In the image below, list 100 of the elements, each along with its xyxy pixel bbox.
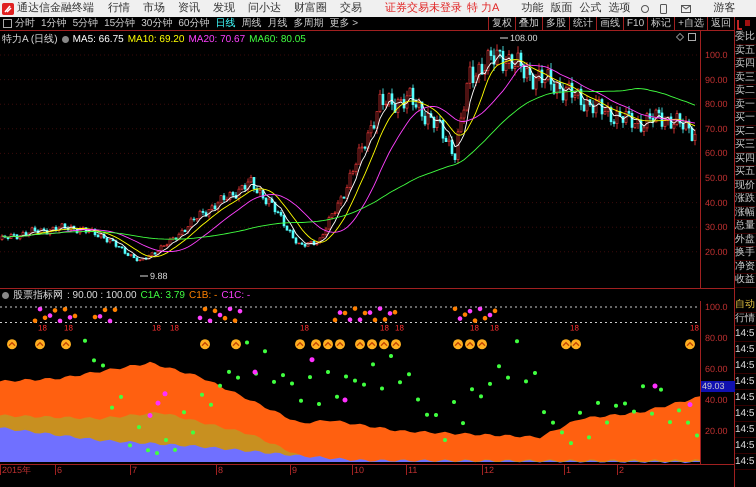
period-tab[interactable]: 多周期	[294, 16, 324, 31]
menu-item[interactable]: 问小达	[248, 0, 281, 17]
quote-label[interactable]: 自动	[735, 298, 756, 312]
price-axis-label: 30.00	[705, 222, 728, 232]
quote-label: 卖五	[735, 44, 756, 58]
price-axis-label: 70.00	[705, 124, 728, 134]
menu-item[interactable]: 功能	[521, 0, 544, 17]
indicator-params: : 90.00 : 100.00	[67, 288, 137, 302]
menu-item[interactable]: 选项	[608, 0, 630, 17]
quote-label: 卖二	[735, 85, 756, 98]
price-axis-label: 100.0	[705, 50, 728, 60]
price-axis-label: 50.00	[705, 173, 728, 183]
date-axis-label: 12	[482, 465, 494, 475]
login-status[interactable]: 证券交易未登录	[385, 0, 462, 17]
stock-name: 特 力A	[467, 1, 500, 16]
quote-label: 涨跌	[735, 193, 756, 206]
indicator-axis-label: 100.0	[705, 302, 728, 312]
date-axis-label: 11	[406, 465, 418, 475]
price-axis-label: 40.00	[705, 198, 728, 208]
quote-label: 净资	[735, 260, 756, 274]
tool-button[interactable]: 复权	[488, 17, 515, 30]
price-axis-label: 80.00	[705, 99, 728, 110]
tick-time: 14:5	[735, 390, 756, 406]
ma-value: MA20: 70.67	[188, 33, 246, 47]
tick-time: 14:5	[735, 342, 756, 358]
price-axis-label: 60.00	[705, 148, 728, 158]
tool-button[interactable]: 标记	[647, 17, 674, 30]
chart-title: 特力A (日线)	[2, 32, 58, 47]
period-tab[interactable]: 月线	[268, 16, 288, 31]
quote-label: 委比	[735, 31, 756, 44]
signal-marker-label: 18	[152, 323, 161, 332]
date-axis-label: 2	[617, 465, 624, 475]
tool-button[interactable]: 叠加	[514, 17, 542, 30]
date-axis-label: 8	[216, 465, 224, 475]
date-axis-label: 7	[130, 465, 138, 475]
menu-item[interactable]: 资讯	[178, 0, 200, 17]
signal-marker-label: 18	[38, 323, 47, 332]
tick-time: 14:5	[735, 374, 756, 390]
menu-item[interactable]: 交易	[340, 0, 362, 17]
quote-label: 买四	[735, 152, 756, 166]
tool-button[interactable]: F10	[622, 17, 648, 30]
indicator-value: C1B: -	[189, 288, 218, 302]
price-axis-label: 90.00	[705, 74, 728, 85]
menu-item[interactable]: 行情	[108, 0, 130, 17]
signal-marker-label: 18	[690, 323, 699, 332]
tick-time: 14:5	[735, 326, 756, 342]
signal-marker-label: 18	[395, 323, 404, 332]
signal-marker-label: 18	[300, 323, 309, 332]
quote-label: 外盘	[735, 234, 756, 247]
quote-label: 涨幅	[735, 206, 756, 220]
quote-label: 换手	[735, 247, 756, 260]
low-price-label: 9.88	[150, 271, 168, 281]
user-name[interactable]: 游客	[713, 0, 736, 17]
quote-label: 买一	[735, 112, 756, 126]
quote-label: 收益	[735, 274, 756, 288]
period-tab[interactable]: 更多 >	[330, 16, 358, 31]
quote-label: 卖一	[735, 98, 756, 112]
date-axis-label: 9	[290, 465, 298, 475]
ma-value: MA60: 80.05	[249, 33, 306, 47]
indicator-axis-label: 80.00	[705, 333, 728, 343]
quote-label: 买五	[735, 166, 756, 180]
menu-item[interactable]: 公式	[579, 0, 602, 17]
indicator-axis-label: 60.00	[705, 364, 728, 374]
tool-button[interactable]: 统计	[568, 17, 596, 30]
tick-time: 14:5	[735, 358, 756, 374]
tick-time: 14:5	[735, 422, 756, 438]
quote-label: 现价	[735, 180, 756, 193]
indicator-value: C1A: 3.79	[140, 288, 185, 302]
period-tab[interactable]: 60分钟	[178, 16, 210, 31]
signal-marker-label: 18	[64, 323, 73, 332]
tool-button[interactable]: +自选	[674, 17, 707, 30]
tick-time: 14:5	[735, 406, 756, 422]
period-tab[interactable]: 30分钟	[141, 16, 172, 31]
app-title: 通达信金融终端	[17, 0, 94, 16]
current-value-label: 49.03	[701, 381, 735, 392]
period-tab[interactable]: 5分钟	[72, 16, 98, 31]
tool-button[interactable]: 多股	[542, 17, 569, 30]
menu-item[interactable]: 财富圈	[294, 0, 327, 17]
signal-marker-label: 18	[380, 323, 389, 332]
date-axis-label: 1	[564, 465, 572, 475]
quote-label: 卖四	[735, 58, 756, 72]
period-tab[interactable]: 周线	[242, 16, 262, 31]
period-tab[interactable]: 日线	[216, 16, 236, 31]
high-price-label: 108.00	[510, 33, 538, 43]
ma-value: MA5: 66.75	[72, 33, 124, 47]
period-tab[interactable]: 15分钟	[104, 16, 136, 31]
tool-button[interactable]: 返回	[707, 17, 734, 30]
quote-label: 买二	[735, 126, 756, 139]
tool-button[interactable]: 画线	[596, 17, 623, 30]
quote-label: 买三	[735, 139, 756, 152]
menu-item[interactable]: 发现	[213, 0, 235, 17]
indicator-value: C1C: -	[221, 288, 250, 302]
date-axis-label: 10	[352, 465, 364, 475]
indicator-axis-label: 40.00	[705, 395, 728, 405]
menu-item[interactable]: 版面	[550, 0, 572, 17]
tick-time: 14:5	[735, 438, 756, 454]
menu-item[interactable]: 市场	[143, 0, 165, 17]
period-tab[interactable]: 1分钟	[41, 16, 67, 31]
period-tab[interactable]: 分时	[15, 16, 35, 31]
tick-time: 14:5	[735, 454, 756, 470]
